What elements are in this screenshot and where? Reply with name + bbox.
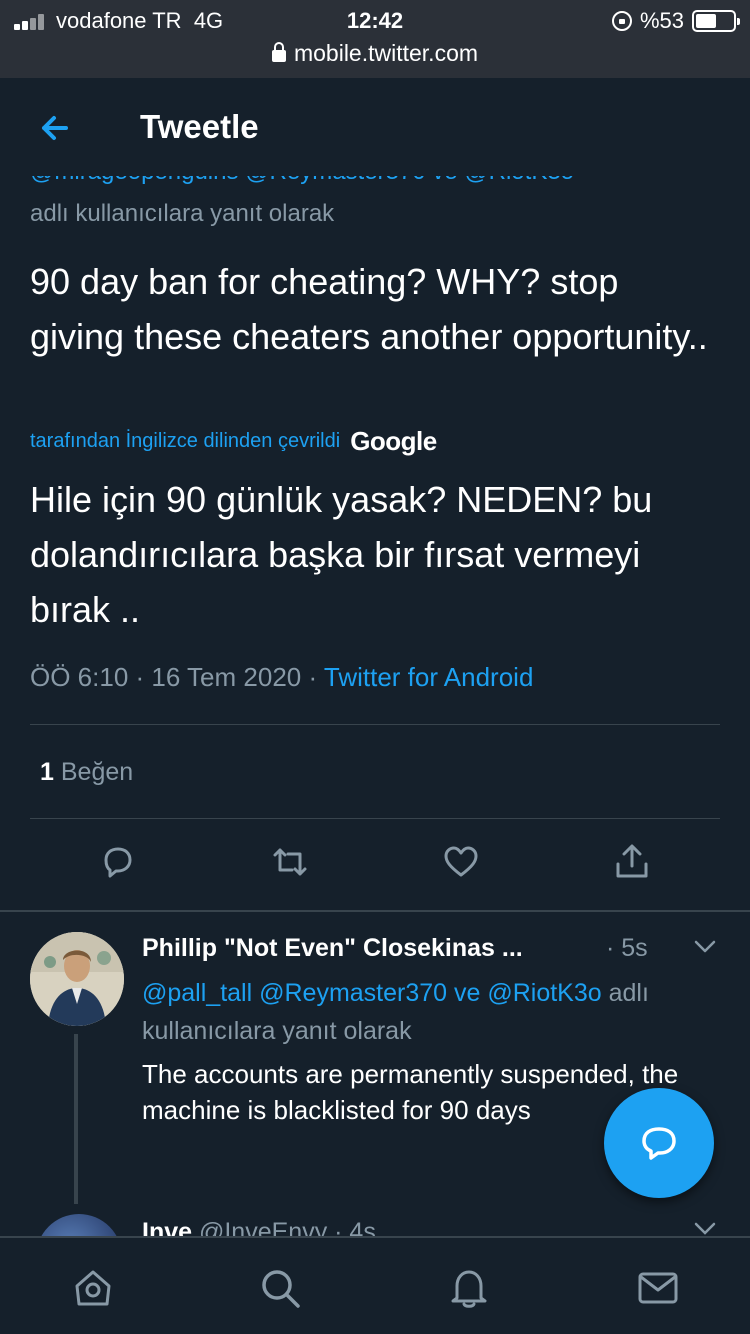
retweet-button[interactable] <box>270 842 310 882</box>
divider <box>30 724 720 725</box>
tweet-meta: ÖÖ 6:10 · 16 Tem 2020 · Twitter for Andr… <box>30 662 533 693</box>
like-icon <box>444 846 478 877</box>
share-icon <box>616 844 648 878</box>
translated-label: tarafından İngilizce dilinden çevrildi <box>30 430 341 452</box>
arrow-left-icon <box>42 116 68 140</box>
nav-home[interactable] <box>71 1266 115 1310</box>
home-icon <box>75 1270 111 1306</box>
lock-icon <box>271 42 286 62</box>
tweet-actions <box>0 842 750 892</box>
translated-text: Hile için 90 günlük yasak? NEDEN? bu dol… <box>30 479 653 630</box>
reply-mentions[interactable]: @pall_tall @Reymaster370 ve @RiotK3o <box>142 979 602 1007</box>
bottom-nav <box>0 1236 750 1334</box>
avatar[interactable] <box>36 1214 122 1236</box>
page-header: Tweetle <box>0 78 750 176</box>
like-button[interactable] <box>441 842 481 882</box>
reply-to-label: @pall_tall @Reymaster370 ve @RiotK3o adl… <box>142 974 722 1050</box>
google-logo: Google <box>350 426 437 456</box>
tweet-source[interactable]: Twitter for Android <box>324 662 534 692</box>
battery-icon <box>692 10 740 32</box>
retweet-icon <box>273 848 307 876</box>
rotation-lock-icon <box>611 11 632 31</box>
reply-button[interactable] <box>98 842 138 882</box>
translation-attribution: tarafından İngilizce dilinden çevrildi G… <box>30 426 437 457</box>
reply-time: · 5s <box>606 934 648 962</box>
reply-author-name[interactable]: Phillip "Not Even" Closekinas ... <box>142 934 523 963</box>
back-button[interactable] <box>32 106 82 150</box>
nav-messages[interactable] <box>636 1266 680 1310</box>
like-count-number: 1 <box>40 758 54 786</box>
url-text: mobile.twitter.com <box>293 40 479 66</box>
nav-notifications[interactable] <box>447 1266 491 1310</box>
share-button[interactable] <box>612 842 652 882</box>
section-divider <box>0 910 750 912</box>
nav-search[interactable] <box>258 1266 302 1310</box>
like-count-label: Beğen <box>60 758 134 786</box>
url-bar[interactable]: mobile.twitter.com <box>0 40 750 67</box>
search-icon <box>262 1270 300 1308</box>
status-bar: vodafone TR 4G 12:42 %53 mobile.twitter.… <box>0 0 750 78</box>
compose-reply-button[interactable] <box>604 1088 714 1198</box>
battery-percent: %53 <box>639 8 684 33</box>
avatar-image <box>30 932 124 1026</box>
chevron-down-icon[interactable] <box>694 940 716 954</box>
reply-to-label: adlı kullanıcılara yanıt olarak <box>30 200 335 227</box>
next-tweet[interactable]: Inve @InveEnvy · 4s <box>0 1210 750 1236</box>
messages-icon <box>638 1272 678 1304</box>
page-title: Tweetle <box>140 108 259 145</box>
avatar[interactable] <box>30 932 124 1026</box>
thread-line <box>74 1034 78 1204</box>
divider <box>30 818 720 819</box>
reply-icon <box>104 847 132 878</box>
tweet-text: 90 day ban for cheating? WHY? stop givin… <box>30 261 708 357</box>
reply-icon <box>642 1127 676 1160</box>
notifications-icon <box>451 1270 487 1308</box>
tweet-timestamp: ÖÖ 6:10 · 16 Tem 2020 · <box>30 662 324 692</box>
likes-count[interactable]: 1 Beğen <box>40 758 133 787</box>
next-author: Inve @InveEnvy · 4s <box>142 1218 376 1236</box>
chevron-down-icon[interactable] <box>694 1222 716 1236</box>
